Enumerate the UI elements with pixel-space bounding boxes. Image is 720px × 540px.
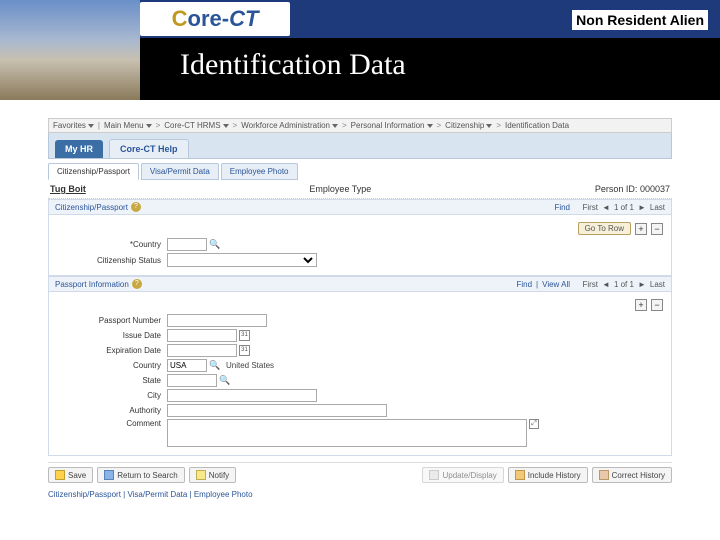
section-title: Citizenship/Passport bbox=[55, 203, 128, 212]
breadcrumb-favorites[interactable]: Favorites bbox=[53, 121, 94, 130]
header-bar: My HR Core-CT Help bbox=[48, 133, 672, 159]
gotorow-button[interactable]: Go To Row bbox=[578, 222, 631, 235]
section-title: Passport Information bbox=[55, 280, 129, 289]
passport-section-header: Passport Information ? Find | View All F… bbox=[48, 276, 672, 292]
breadcrumb-item[interactable]: Citizenship bbox=[445, 121, 492, 130]
tab-citizenship[interactable]: Citizenship/Passport bbox=[48, 163, 139, 180]
breadcrumb-item[interactable]: Core-CT HRMS bbox=[164, 121, 228, 130]
app-body: Favorites | Main Menu > Core-CT HRMS > W… bbox=[0, 100, 720, 509]
country-label: Country bbox=[57, 240, 167, 249]
calendar-icon[interactable]: 31 bbox=[239, 330, 250, 341]
citizenship-section-header: Citizenship/Passport ? Find First ◄ 1 of… bbox=[48, 199, 672, 215]
breadcrumb-item[interactable]: Workforce Administration bbox=[241, 121, 338, 130]
update-icon bbox=[429, 470, 439, 480]
include-icon bbox=[515, 470, 525, 480]
page-title: Identification Data bbox=[180, 48, 406, 82]
city-label: City bbox=[57, 391, 167, 400]
notify-icon bbox=[196, 470, 206, 480]
pager-count: 1 of 1 bbox=[614, 203, 634, 212]
pager-count: 1 of 1 bbox=[614, 280, 634, 289]
passport-country-label: Country bbox=[57, 361, 167, 370]
breadcrumb-item[interactable]: Personal Information bbox=[351, 121, 433, 130]
pager-first[interactable]: First bbox=[582, 203, 598, 212]
calendar-icon[interactable]: 31 bbox=[239, 345, 250, 356]
page-header: Core-CT Non Resident Alien Identificatio… bbox=[0, 0, 720, 100]
add-row-button[interactable]: + bbox=[635, 223, 647, 235]
pager-last[interactable]: Last bbox=[650, 203, 665, 212]
person-id: Person ID: 000037 bbox=[595, 184, 670, 194]
bottom-tab-links[interactable]: Citizenship/Passport | Visa/Permit Data … bbox=[48, 487, 672, 499]
delete-row-button[interactable]: − bbox=[651, 299, 663, 311]
help-icon[interactable]: ? bbox=[131, 202, 141, 212]
passport-country-input[interactable] bbox=[167, 359, 207, 372]
correct-history-button[interactable]: Correct History bbox=[592, 467, 672, 483]
breadcrumb-mainmenu[interactable]: Main Menu bbox=[104, 121, 152, 130]
header-photo bbox=[0, 0, 140, 100]
employee-name: Tug Boit bbox=[50, 184, 86, 194]
logo: Core-CT bbox=[140, 2, 290, 36]
caret-down-icon bbox=[146, 124, 152, 128]
caret-down-icon bbox=[332, 124, 338, 128]
expiration-date-label: Expiration Date bbox=[57, 346, 167, 355]
include-history-button[interactable]: Include History bbox=[508, 467, 588, 483]
save-icon bbox=[55, 470, 65, 480]
add-row-button[interactable]: + bbox=[635, 299, 647, 311]
help-icon[interactable]: ? bbox=[132, 279, 142, 289]
citizenship-status-label: Citizenship Status bbox=[57, 256, 167, 265]
breadcrumb: Favorites | Main Menu > Core-CT HRMS > W… bbox=[48, 118, 672, 133]
passport-number-input[interactable] bbox=[167, 314, 267, 327]
passport-form: + − Passport Number Issue Date 31 Expira… bbox=[48, 292, 672, 456]
tab-photo[interactable]: Employee Photo bbox=[221, 163, 298, 180]
comment-label: Comment bbox=[57, 419, 167, 428]
city-input[interactable] bbox=[167, 389, 317, 402]
lookup-icon[interactable]: 🔍 bbox=[209, 360, 220, 371]
pager-first[interactable]: First bbox=[582, 280, 598, 289]
state-label: State bbox=[57, 376, 167, 385]
expand-icon[interactable]: ⤢ bbox=[529, 419, 539, 429]
breadcrumb-item: Identification Data bbox=[505, 121, 569, 130]
find-link[interactable]: Find bbox=[554, 203, 570, 212]
tab-visa[interactable]: Visa/Permit Data bbox=[141, 163, 219, 180]
caret-down-icon bbox=[88, 124, 94, 128]
return-button[interactable]: Return to Search bbox=[97, 467, 184, 483]
comment-textarea[interactable] bbox=[167, 419, 527, 447]
update-display-button[interactable]: Update/Display bbox=[422, 467, 503, 483]
save-button[interactable]: Save bbox=[48, 467, 93, 483]
delete-row-button[interactable]: − bbox=[651, 223, 663, 235]
country-description: United States bbox=[226, 361, 274, 370]
correct-icon bbox=[599, 470, 609, 480]
find-link[interactable]: Find bbox=[516, 280, 532, 289]
expiration-date-input[interactable] bbox=[167, 344, 237, 357]
viewall-link[interactable]: View All bbox=[542, 280, 570, 289]
lookup-icon[interactable]: 🔍 bbox=[219, 375, 230, 386]
passport-number-label: Passport Number bbox=[57, 316, 167, 325]
authority-input[interactable] bbox=[167, 404, 387, 417]
issue-date-input[interactable] bbox=[167, 329, 237, 342]
citizenship-status-select[interactable] bbox=[167, 253, 317, 267]
country-input[interactable] bbox=[167, 238, 207, 251]
lookup-icon[interactable]: 🔍 bbox=[209, 239, 220, 250]
tab-my-hr[interactable]: My HR bbox=[55, 140, 103, 158]
caret-down-icon bbox=[486, 124, 492, 128]
return-icon bbox=[104, 470, 114, 480]
employee-type-label: Employee Type bbox=[309, 184, 371, 194]
employee-row: Tug Boit Employee Type Person ID: 000037 bbox=[48, 180, 672, 199]
citizenship-form: Go To Row + − Country 🔍 Citizenship Stat… bbox=[48, 215, 672, 276]
authority-label: Authority bbox=[57, 406, 167, 415]
notify-button[interactable]: Notify bbox=[189, 467, 236, 483]
state-input[interactable] bbox=[167, 374, 217, 387]
page-tabs: Citizenship/Passport Visa/Permit Data Em… bbox=[48, 163, 672, 180]
bottom-actions: Save Return to Search Notify Update/Disp… bbox=[48, 462, 672, 487]
top-label: Non Resident Alien bbox=[572, 10, 708, 30]
issue-date-label: Issue Date bbox=[57, 331, 167, 340]
tab-help[interactable]: Core-CT Help bbox=[109, 139, 189, 158]
caret-down-icon bbox=[427, 124, 433, 128]
caret-down-icon bbox=[223, 124, 229, 128]
pager-last[interactable]: Last bbox=[650, 280, 665, 289]
